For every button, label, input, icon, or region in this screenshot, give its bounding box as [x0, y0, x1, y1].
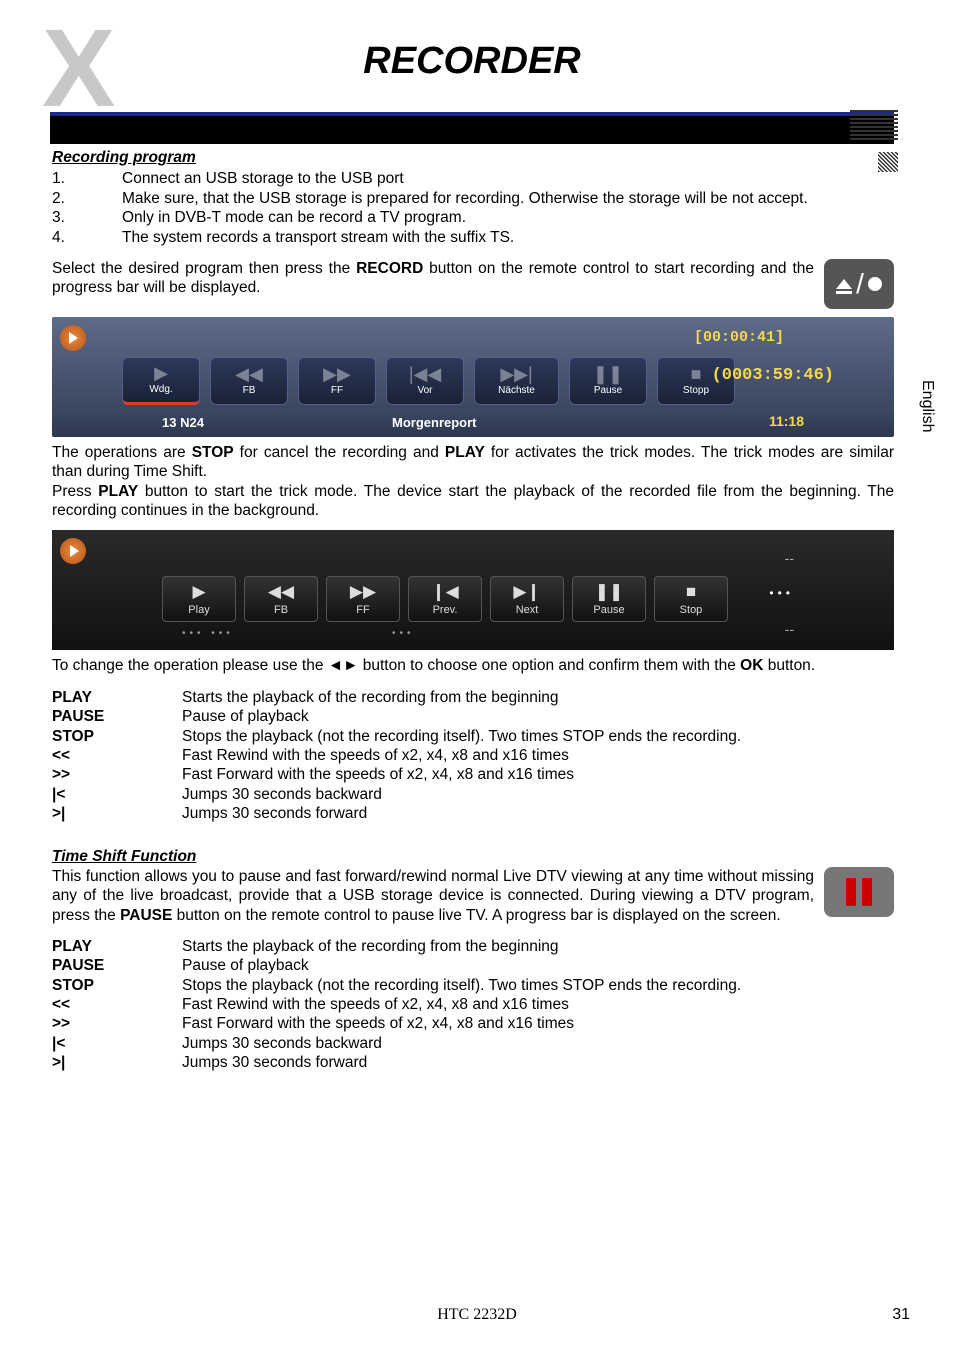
pause-button-icon — [824, 867, 894, 917]
osd-button-fb[interactable]: ◀◀FB — [210, 357, 288, 405]
after-osd1-text2: Press PLAY button to start the trick mod… — [52, 482, 894, 521]
header-black-bar — [50, 112, 894, 144]
osd-placeholder: ••• ••• — [182, 628, 234, 641]
timeshift-description: This function allows you to pause and fa… — [52, 867, 814, 925]
table-row: PAUSEPause of playback — [52, 956, 894, 975]
page-number: 31 — [892, 1306, 910, 1324]
osd-button-next[interactable]: ▶▶|Nächste — [474, 357, 559, 405]
header: X RECORDER — [50, 30, 894, 125]
osd-button-ff[interactable]: ▶▶FF — [326, 576, 400, 622]
osd-button-next[interactable]: ▶❙Next — [490, 576, 564, 622]
osd-button-fb[interactable]: ◀◀FB — [244, 576, 318, 622]
osd-button-ff[interactable]: ▶▶FF — [298, 357, 376, 405]
model-number: HTC 2232D — [437, 1306, 517, 1323]
section-heading-timeshift: Time Shift Function — [52, 847, 894, 866]
after-osd2-text: To change the operation please use the ◄… — [52, 656, 894, 675]
table-row: >|Jumps 30 seconds forward — [52, 1053, 894, 1072]
play-icon — [60, 325, 86, 351]
osd-placeholder: -- — [785, 550, 794, 568]
ordered-list-recording-steps: 1.Connect an USB storage to the USB port… — [52, 169, 894, 247]
osd-button-prev[interactable]: ❙◀Prev. — [408, 576, 482, 622]
after-osd1-text1: The operations are STOP for cancel the r… — [52, 443, 894, 482]
table-row: |<Jumps 30 seconds backward — [52, 785, 894, 804]
list-item: 1.Connect an USB storage to the USB port — [52, 169, 894, 188]
table-row: PLAYStarts the playback of the recording… — [52, 688, 894, 707]
controls-table-1: PLAYStarts the playback of the recording… — [52, 688, 894, 824]
content: Recording program 1.Connect an USB stora… — [52, 148, 894, 1073]
osd-button-row: ▶Wdg. ◀◀FB ▶▶FF |◀◀Vor ▶▶|Nächste ❚❚Paus… — [122, 357, 735, 405]
osd-time-total: (0003:59:46) — [712, 365, 834, 386]
page-title: RECORDER — [50, 40, 894, 83]
table-row: <<Fast Rewind with the speeds of x2, x4,… — [52, 746, 894, 765]
osd-button-prev[interactable]: |◀◀Vor — [386, 357, 464, 405]
list-item: 3.Only in DVB-T mode can be record a TV … — [52, 208, 894, 227]
table-row: >|Jumps 30 seconds forward — [52, 804, 894, 823]
table-row: STOPStops the playback (not the recordin… — [52, 727, 894, 746]
osd-button-stop[interactable]: ■Stop — [654, 576, 728, 622]
table-row: STOPStops the playback (not the recordin… — [52, 976, 894, 995]
table-row: >>Fast Forward with the speeds of x2, x4… — [52, 1014, 894, 1033]
section-heading-recording: Recording program — [52, 148, 894, 167]
table-row: PLAYStarts the playback of the recording… — [52, 937, 894, 956]
table-row: >>Fast Forward with the speeds of x2, x4… — [52, 765, 894, 784]
controls-table-2: PLAYStarts the playback of the recording… — [52, 937, 894, 1073]
osd-clock: 11:18 — [769, 413, 804, 431]
table-row: <<Fast Rewind with the speeds of x2, x4,… — [52, 995, 894, 1014]
table-row: |<Jumps 30 seconds backward — [52, 1034, 894, 1053]
recording-osd-bar: ▶Wdg. ◀◀FB ▶▶FF |◀◀Vor ▶▶|Nächste ❚❚Paus… — [52, 317, 894, 437]
osd-placeholder: ••• — [392, 628, 415, 641]
osd-button-play[interactable]: ▶Wdg. — [122, 357, 200, 405]
list-item: 4.The system records a transport stream … — [52, 228, 894, 247]
play-icon — [60, 538, 86, 564]
table-row: PAUSEPause of playback — [52, 707, 894, 726]
language-tab: English — [918, 380, 936, 432]
eject-record-button-icon: / — [824, 259, 894, 309]
osd-program-name: Morgenreport — [392, 415, 477, 431]
osd-placeholder: ••• — [769, 586, 794, 601]
osd-placeholder: -- — [785, 621, 794, 639]
osd-button-pause[interactable]: ❚❚Pause — [569, 357, 647, 405]
osd-button-play[interactable]: ▶Play — [162, 576, 236, 622]
trickmode-osd-bar: ▶Play ◀◀FB ▶▶FF ❙◀Prev. ▶❙Next ❚❚Pause ■… — [52, 530, 894, 650]
osd-channel: 13 N24 — [162, 415, 204, 431]
footer: HTC 2232D — [0, 1306, 954, 1324]
osd-button-row: ▶Play ◀◀FB ▶▶FF ❙◀Prev. ▶❙Next ❚❚Pause ■… — [162, 576, 728, 622]
osd-button-pause[interactable]: ❚❚Pause — [572, 576, 646, 622]
osd-time-elapsed: [00:00:41] — [694, 329, 784, 348]
list-item: 2.Make sure, that the USB storage is pre… — [52, 189, 894, 208]
record-start-text: Select the desired program then press th… — [52, 259, 814, 298]
